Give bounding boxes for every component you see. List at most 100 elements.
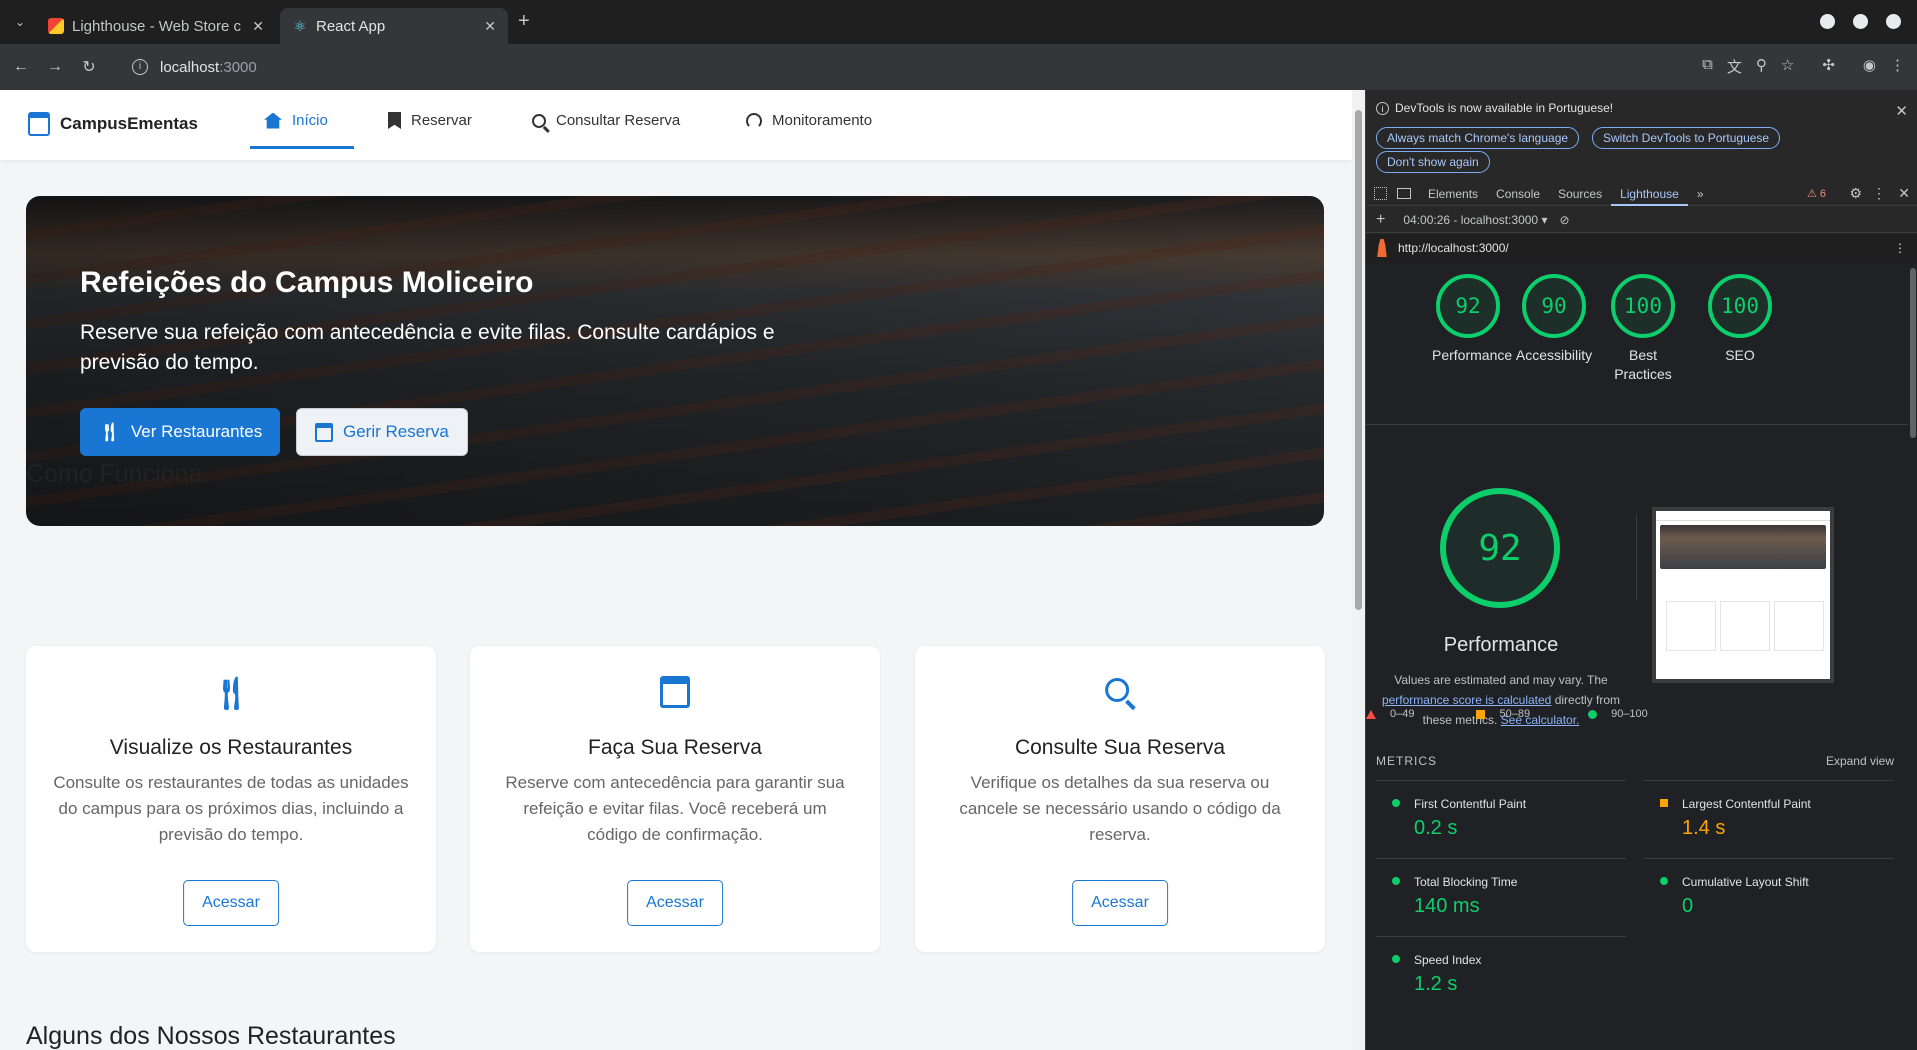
metric-tbt: Total Blocking Time 140 ms bbox=[1376, 858, 1626, 922]
metric-name: Largest Contentful Paint bbox=[1682, 797, 1811, 811]
nav-label: Reservar bbox=[411, 112, 472, 129]
more-tabs-icon[interactable]: » bbox=[1688, 182, 1713, 206]
site-info-icon[interactable]: i bbox=[132, 59, 148, 75]
tab-lighthouse[interactable]: Lighthouse bbox=[1611, 182, 1688, 206]
gauge-label: Performance bbox=[1432, 347, 1513, 363]
infobar-text: DevTools is now available in Portuguese! bbox=[1395, 101, 1614, 115]
report-url-bar: http://localhost:3000/ ⋮ bbox=[1366, 234, 1917, 262]
gauge-label: Accessibility bbox=[1515, 347, 1593, 363]
acessar-button[interactable]: Acessar bbox=[1072, 880, 1168, 926]
scrollbar-thumb[interactable] bbox=[1910, 268, 1916, 438]
nav-reservar[interactable]: Reservar bbox=[388, 112, 472, 129]
dont-show-again-button[interactable]: Don't show again bbox=[1376, 151, 1490, 173]
forward-arrow-icon[interactable]: → bbox=[38, 58, 72, 76]
clear-reports-icon[interactable]: ⊘ bbox=[1559, 213, 1569, 227]
brand-logo[interactable]: CampusEmentas bbox=[28, 112, 198, 136]
close-tab-icon[interactable]: ✕ bbox=[252, 18, 264, 35]
gauge-best-practices[interactable]: 100 Best Practices bbox=[1607, 274, 1679, 384]
nav-monitoramento[interactable]: Monitoramento bbox=[746, 112, 872, 129]
tab-elements[interactable]: Elements bbox=[1419, 182, 1487, 206]
close-icon[interactable]: ✕ bbox=[1895, 102, 1908, 120]
gauge-label: Best Practices bbox=[1614, 347, 1672, 382]
expand-view-toggle[interactable]: Expand view bbox=[1826, 754, 1894, 768]
tab-search-chevron-icon[interactable]: ⌄ bbox=[8, 12, 32, 32]
gerir-reserva-button[interactable]: Gerir Reserva bbox=[296, 408, 468, 456]
install-app-icon[interactable]: ⧉ bbox=[1702, 56, 1713, 77]
kebab-menu-icon[interactable]: ⋮ bbox=[1872, 185, 1886, 202]
report-menu-icon[interactable]: ⋮ bbox=[1894, 241, 1906, 255]
card-visualize-restaurantes: 🍴︎ Visualize os Restaurantes Consulte os… bbox=[26, 646, 436, 952]
metric-name: First Contentful Paint bbox=[1414, 797, 1527, 811]
zoom-icon[interactable]: ⚲ bbox=[1756, 56, 1767, 77]
translate-icon[interactable]: 文 bbox=[1727, 56, 1742, 77]
search-icon bbox=[1105, 678, 1130, 702]
reload-icon[interactable]: ↻ bbox=[72, 57, 106, 77]
toolbar-actions: ⧉ 文 ⚲ ☆ ✣ ◉ ⋮ bbox=[1702, 56, 1905, 77]
url-port: :3000 bbox=[219, 58, 257, 76]
close-window-button[interactable] bbox=[1886, 14, 1901, 29]
thumbnail-card bbox=[1720, 601, 1770, 651]
score-ring: 100 bbox=[1611, 274, 1675, 338]
final-screenshot-thumbnail[interactable] bbox=[1652, 507, 1834, 683]
back-arrow-icon[interactable]: ← bbox=[4, 58, 38, 76]
tab-title: React App bbox=[316, 17, 386, 35]
card-faca-reserva: Faça Sua Reserva Reserve com antecedênci… bbox=[470, 646, 880, 952]
gauge-accessibility[interactable]: 90 Accessibility bbox=[1514, 274, 1594, 365]
device-toolbar-icon[interactable] bbox=[1397, 188, 1411, 199]
report-scrollbar[interactable] bbox=[1908, 262, 1917, 1050]
info-icon: i bbox=[1376, 101, 1389, 115]
report-url: http://localhost:3000/ bbox=[1398, 241, 1509, 255]
report-selector[interactable]: 04:00:26 - localhost:3000 ▾ bbox=[1403, 213, 1547, 227]
metric-value: 1.4 s bbox=[1682, 817, 1726, 839]
close-tab-icon[interactable]: ✕ bbox=[484, 18, 496, 35]
browser-tab-lighthouse[interactable]: Lighthouse - Web Store c ✕ bbox=[36, 8, 276, 44]
new-tab-plus-icon[interactable]: + bbox=[518, 10, 530, 33]
brand-name: CampusEmentas bbox=[60, 114, 198, 133]
metric-cls: Cumulative Layout Shift 0 bbox=[1644, 858, 1894, 922]
metric-value: 140 ms bbox=[1414, 895, 1480, 917]
infobar-message: i DevTools is now available in Portugues… bbox=[1376, 101, 1613, 115]
good-circle-icon bbox=[1660, 877, 1668, 885]
acessar-button[interactable]: Acessar bbox=[627, 880, 723, 926]
tab-sources[interactable]: Sources bbox=[1549, 182, 1611, 206]
nav-consultar-reserva[interactable]: Consultar Reserva bbox=[532, 112, 680, 129]
fork-knife-icon: 🍴︎ bbox=[98, 421, 121, 442]
metric-value: 1.2 s bbox=[1414, 973, 1458, 995]
browser-tab-react-app[interactable]: ⚛ React App ✕ bbox=[280, 8, 508, 44]
poor-triangle-icon bbox=[1366, 709, 1376, 719]
warning-count[interactable]: ⚠ 6 bbox=[1807, 187, 1826, 200]
web-page: CampusEmentas Início Reservar Consultar … bbox=[0, 90, 1365, 1050]
close-devtools-icon[interactable]: ✕ bbox=[1898, 185, 1910, 202]
nav-label: Monitoramento bbox=[772, 112, 873, 129]
hero-banner: Refeições do Campus Moliceiro Reserve su… bbox=[26, 196, 1324, 526]
bookmark-star-icon[interactable]: ☆ bbox=[1781, 56, 1794, 77]
switch-portuguese-button[interactable]: Switch DevTools to Portuguese bbox=[1592, 127, 1781, 149]
home-icon bbox=[264, 112, 282, 129]
calendar-check-icon bbox=[660, 676, 690, 708]
extensions-icon[interactable]: ✣ bbox=[1822, 56, 1835, 77]
performance-big-gauge: 92 bbox=[1440, 488, 1560, 608]
score-calculated-link[interactable]: performance score is calculated bbox=[1382, 693, 1551, 707]
speedometer-icon bbox=[746, 112, 762, 129]
nav-inicio[interactable]: Início bbox=[264, 112, 328, 129]
settings-gear-icon[interactable]: ⚙ bbox=[1849, 185, 1862, 202]
acessar-button[interactable]: Acessar bbox=[183, 880, 279, 926]
match-language-button[interactable]: Always match Chrome's language bbox=[1376, 127, 1580, 149]
minimize-button[interactable] bbox=[1820, 14, 1835, 29]
chrome-menu-icon[interactable]: ⋮ bbox=[1890, 56, 1905, 77]
tab-console[interactable]: Console bbox=[1487, 182, 1549, 206]
new-report-plus-icon[interactable]: + bbox=[1376, 211, 1385, 229]
gauge-seo[interactable]: 100 SEO bbox=[1704, 274, 1776, 365]
scrollbar-thumb[interactable] bbox=[1355, 110, 1362, 610]
inspect-element-icon[interactable] bbox=[1374, 187, 1387, 200]
address-bar[interactable]: i localhost:3000 bbox=[124, 50, 1624, 84]
search-icon bbox=[532, 113, 546, 128]
thumbnail-card bbox=[1666, 601, 1716, 651]
maximize-button[interactable] bbox=[1853, 14, 1868, 29]
gauge-performance[interactable]: 92 Performance bbox=[1432, 274, 1513, 365]
ver-restaurantes-button[interactable]: 🍴︎ Ver Restaurantes bbox=[80, 408, 281, 456]
profile-icon[interactable]: ◉ bbox=[1863, 56, 1876, 77]
lighthouse-toolbar: + 04:00:26 - localhost:3000 ▾ ⊘ bbox=[1366, 207, 1917, 233]
page-scrollbar[interactable] bbox=[1352, 90, 1365, 1050]
url-host: localhost bbox=[160, 58, 220, 76]
